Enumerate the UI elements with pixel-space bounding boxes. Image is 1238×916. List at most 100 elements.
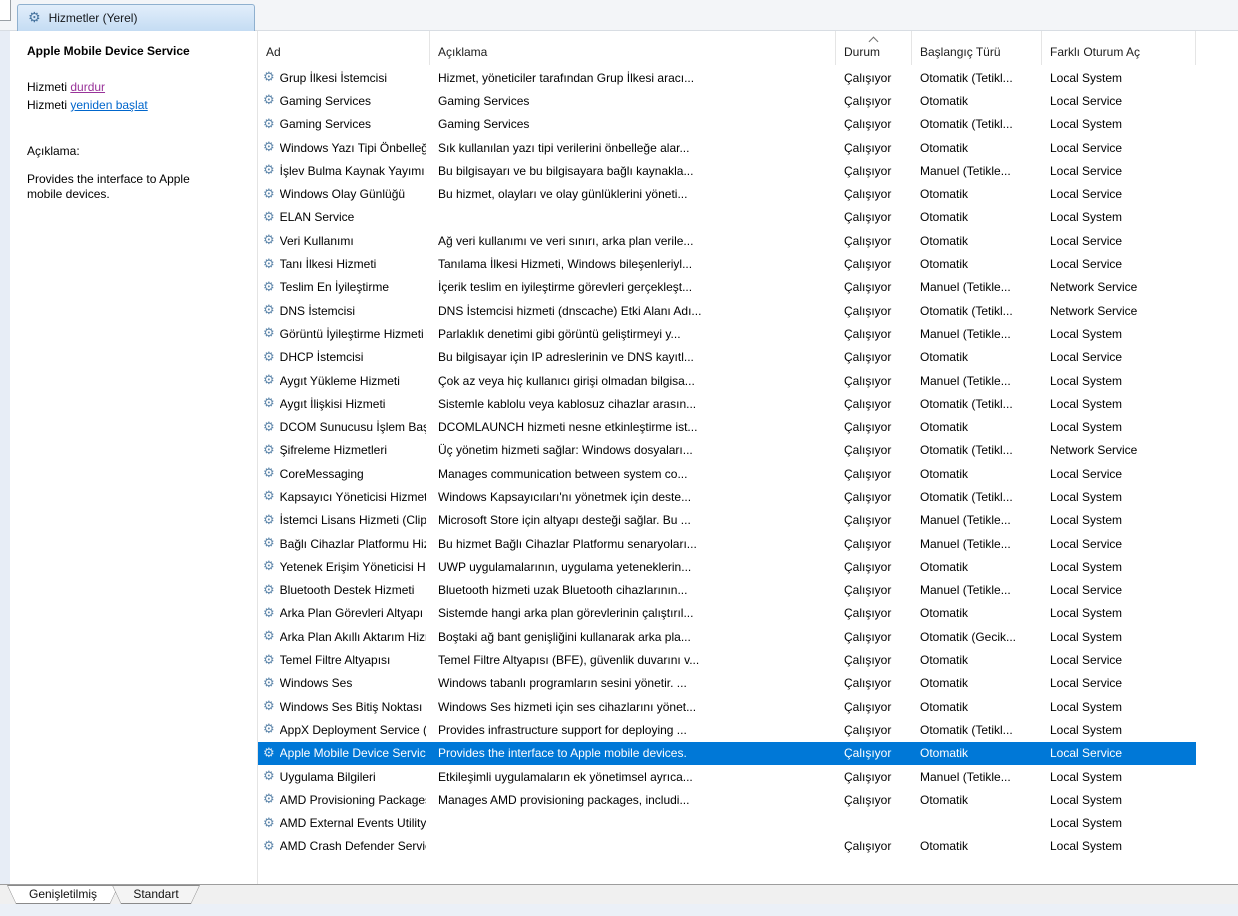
service-logon-cell: Local Service <box>1050 466 1123 481</box>
service-name: AMD External Events Utility <box>279 816 426 831</box>
service-row[interactable]: ⚙ Windows Yazı Tipi Önbelleği... Sık kul… <box>258 136 1196 159</box>
service-name: DHCP İstemcisi <box>279 350 364 365</box>
service-description-cell: Parlaklık denetimi gibi görüntü geliştir… <box>438 326 681 341</box>
service-name: Şifreleme Hizmetleri <box>279 443 388 458</box>
tab-standart[interactable]: Standart <box>112 885 200 904</box>
service-row[interactable]: ⚙ ELAN Service Çalışıyor Otomatik Local … <box>258 206 1196 229</box>
service-gear-icon: ⚙ <box>263 606 275 621</box>
service-gear-icon: ⚙ <box>263 70 275 85</box>
service-logon-cell: Local System <box>1050 606 1123 621</box>
service-row[interactable]: ⚙ Windows Olay Günlüğü Bu hizmet, olayla… <box>258 182 1196 205</box>
service-row[interactable]: ⚙ Kapsayıcı Yöneticisi Hizmeti Windows K… <box>258 485 1196 508</box>
service-name-cell: ⚙ Yetenek Erişim Yöneticisi Hiz... <box>258 560 430 574</box>
service-row[interactable]: ⚙ Şifreleme Hizmetleri Üç yönetim hizmet… <box>258 439 1196 462</box>
service-startup-cell: Manuel (Tetikle... <box>920 513 1011 528</box>
restart-service-link[interactable]: yeniden başlat <box>70 98 147 112</box>
stop-service-link[interactable]: durdur <box>70 80 105 94</box>
service-row[interactable]: ⚙ Arka Plan Akıllı Aktarım Hizm... Boşta… <box>258 625 1196 648</box>
service-description-cell: Boştaki ağ bant genişliğini kullanarak a… <box>438 629 691 644</box>
service-name-cell: ⚙ Tanı İlkesi Hizmeti <box>258 257 430 271</box>
service-name-cell: ⚙ AMD Crash Defender Service <box>258 839 430 853</box>
service-row[interactable]: ⚙ Gaming Services Gaming Services Çalışı… <box>258 113 1196 136</box>
service-row[interactable]: ⚙ Gaming Services Gaming Services Çalışı… <box>258 89 1196 112</box>
service-name-cell: ⚙ Şifreleme Hizmetleri <box>258 443 430 457</box>
service-row[interactable]: ⚙ AppX Deployment Service (A... Provides… <box>258 718 1196 741</box>
service-description-cell: Windows Ses hizmeti için ses cihazlarını… <box>438 699 697 714</box>
service-logon-cell: Local System <box>1050 769 1123 784</box>
column-header-ad[interactable]: Ad <box>258 31 430 65</box>
service-name-cell: ⚙ Aygıt İlişkisi Hizmeti <box>258 397 430 411</box>
service-description-cell: DNS İstemcisi hizmeti (dnscache) Etki Al… <box>438 303 702 318</box>
service-row[interactable]: ⚙ Teslim En İyileştirme İçerik teslim en… <box>258 276 1196 299</box>
service-description-cell: Çok az veya hiç kullanıcı girişi olmadan… <box>438 373 695 388</box>
service-startup-cell: Otomatik <box>920 699 969 714</box>
service-row[interactable]: ⚙ AMD External Events Utility Local Syst… <box>258 812 1196 835</box>
service-row[interactable]: ⚙ Apple Mobile Device Service Provides t… <box>258 741 1196 765</box>
service-status-cell: Çalışıyor <box>844 489 892 504</box>
column-header-baslangic-turu[interactable]: Başlangıç Türü <box>912 31 1042 65</box>
service-name: CoreMessaging <box>279 466 364 481</box>
service-logon-cell: Local System <box>1050 722 1123 737</box>
service-row[interactable]: ⚙ Grup İlkesi İstemcisi Hizmet, yönetici… <box>258 66 1196 89</box>
service-row[interactable]: ⚙ AMD Crash Defender Service Çalışıyor O… <box>258 835 1196 858</box>
service-name-cell: ⚙ ELAN Service <box>258 210 430 224</box>
service-row[interactable]: ⚙ Temel Filtre Altyapısı Temel Filtre Al… <box>258 648 1196 671</box>
service-row[interactable]: ⚙ Tanı İlkesi Hizmeti Tanılama İlkesi Hi… <box>258 252 1196 275</box>
service-gear-icon: ⚙ <box>263 396 275 411</box>
tab-hizmetler-yerel[interactable]: ⚙ Hizmetler (Yerel) <box>17 4 255 31</box>
service-row[interactable]: ⚙ Görüntü İyileştirme Hizmeti Parlaklık … <box>258 322 1196 345</box>
service-row[interactable]: ⚙ Windows Ses Bitiş Noktası O... Windows… <box>258 695 1196 718</box>
service-status-cell: Çalışıyor <box>844 303 892 318</box>
service-row[interactable]: ⚙ DNS İstemcisi DNS İstemcisi hizmeti (d… <box>258 299 1196 322</box>
restart-service-line: Hizmeti yeniden başlat <box>27 97 241 113</box>
service-gear-icon: ⚙ <box>263 653 275 668</box>
service-startup-cell: Otomatik <box>920 210 969 225</box>
service-logon-cell: Local System <box>1050 839 1123 854</box>
service-status-cell: Çalışıyor <box>844 117 892 132</box>
service-status-cell: Çalışıyor <box>844 769 892 784</box>
service-gear-icon: ⚙ <box>263 466 275 481</box>
service-name-cell: ⚙ Kapsayıcı Yöneticisi Hizmeti <box>258 490 430 504</box>
column-header-farkli-oturum-ac[interactable]: Farklı Oturum Aç <box>1042 31 1196 65</box>
service-name: Aygıt Yükleme Hizmeti <box>279 373 400 388</box>
tab-genisletilmis[interactable]: Genişletilmiş <box>7 885 119 904</box>
service-status-cell: Çalışıyor <box>844 559 892 574</box>
service-row[interactable]: ⚙ DHCP İstemcisi Bu bilgisayar için IP a… <box>258 346 1196 369</box>
service-logon-cell: Local System <box>1050 816 1123 831</box>
service-row[interactable]: ⚙ DCOM Sunucusu İşlem Başl... DCOMLAUNCH… <box>258 415 1196 438</box>
service-row[interactable]: ⚙ Bağlı Cihazlar Platformu Hiz... Bu hiz… <box>258 532 1196 555</box>
service-startup-cell: Otomatik (Tetikl... <box>920 443 1013 458</box>
service-status-cell: Çalışıyor <box>844 583 892 598</box>
service-row[interactable]: ⚙ Aygıt Yükleme Hizmeti Çok az veya hiç … <box>258 369 1196 392</box>
service-row[interactable]: ⚙ İşlev Bulma Kaynak Yayımı Bu bilgisaya… <box>258 159 1196 182</box>
service-gear-icon: ⚙ <box>263 489 275 504</box>
service-gear-icon: ⚙ <box>263 163 275 178</box>
column-header-durum[interactable]: Durum <box>836 31 912 65</box>
service-row[interactable]: ⚙ Yetenek Erişim Yöneticisi Hiz... UWP u… <box>258 555 1196 578</box>
service-row[interactable]: ⚙ AMD Provisioning Packages ... Manages … <box>258 788 1196 811</box>
service-row[interactable]: ⚙ Uygulama Bilgileri Etkileşimli uygulam… <box>258 765 1196 788</box>
service-description-cell: Provides the interface to Apple mobile d… <box>438 746 687 761</box>
service-row[interactable]: ⚙ Veri Kullanımı Ağ veri kullanımı ve ve… <box>258 229 1196 252</box>
service-startup-cell: Otomatik <box>920 839 969 854</box>
service-status-cell: Çalışıyor <box>844 443 892 458</box>
service-name: Windows Yazı Tipi Önbelleği... <box>279 140 426 155</box>
service-row[interactable]: ⚙ Windows Ses Windows tabanlı programlar… <box>258 672 1196 695</box>
service-logon-cell: Local Service <box>1050 653 1123 668</box>
service-name-cell: ⚙ Bluetooth Destek Hizmeti <box>258 583 430 597</box>
service-startup-cell: Manuel (Tetikle... <box>920 373 1011 388</box>
service-row[interactable]: ⚙ Arka Plan Görevleri Altyapı H... Siste… <box>258 602 1196 625</box>
column-header-aciklama[interactable]: Açıklama <box>430 31 836 65</box>
service-row[interactable]: ⚙ CoreMessaging Manages communication be… <box>258 462 1196 485</box>
service-status-cell: Çalışıyor <box>844 350 892 365</box>
service-status-cell: Çalışıyor <box>844 746 892 761</box>
service-description-cell: Temel Filtre Altyapısı (BFE), güvenlik d… <box>438 653 700 668</box>
service-gear-icon: ⚙ <box>263 303 275 318</box>
service-name-cell: ⚙ Arka Plan Akıllı Aktarım Hizm... <box>258 630 430 644</box>
service-row[interactable]: ⚙ İstemci Lisans Hizmeti (ClipS... Micro… <box>258 509 1196 532</box>
service-description-cell: Bu bilgisayarı ve bu bilgisayara bağlı k… <box>438 163 694 178</box>
service-row[interactable]: ⚙ Aygıt İlişkisi Hizmeti Sistemle kablol… <box>258 392 1196 415</box>
service-row[interactable]: ⚙ Bluetooth Destek Hizmeti Bluetooth hiz… <box>258 579 1196 602</box>
service-gear-icon: ⚙ <box>263 839 275 854</box>
service-status-cell: Çalışıyor <box>844 140 892 155</box>
